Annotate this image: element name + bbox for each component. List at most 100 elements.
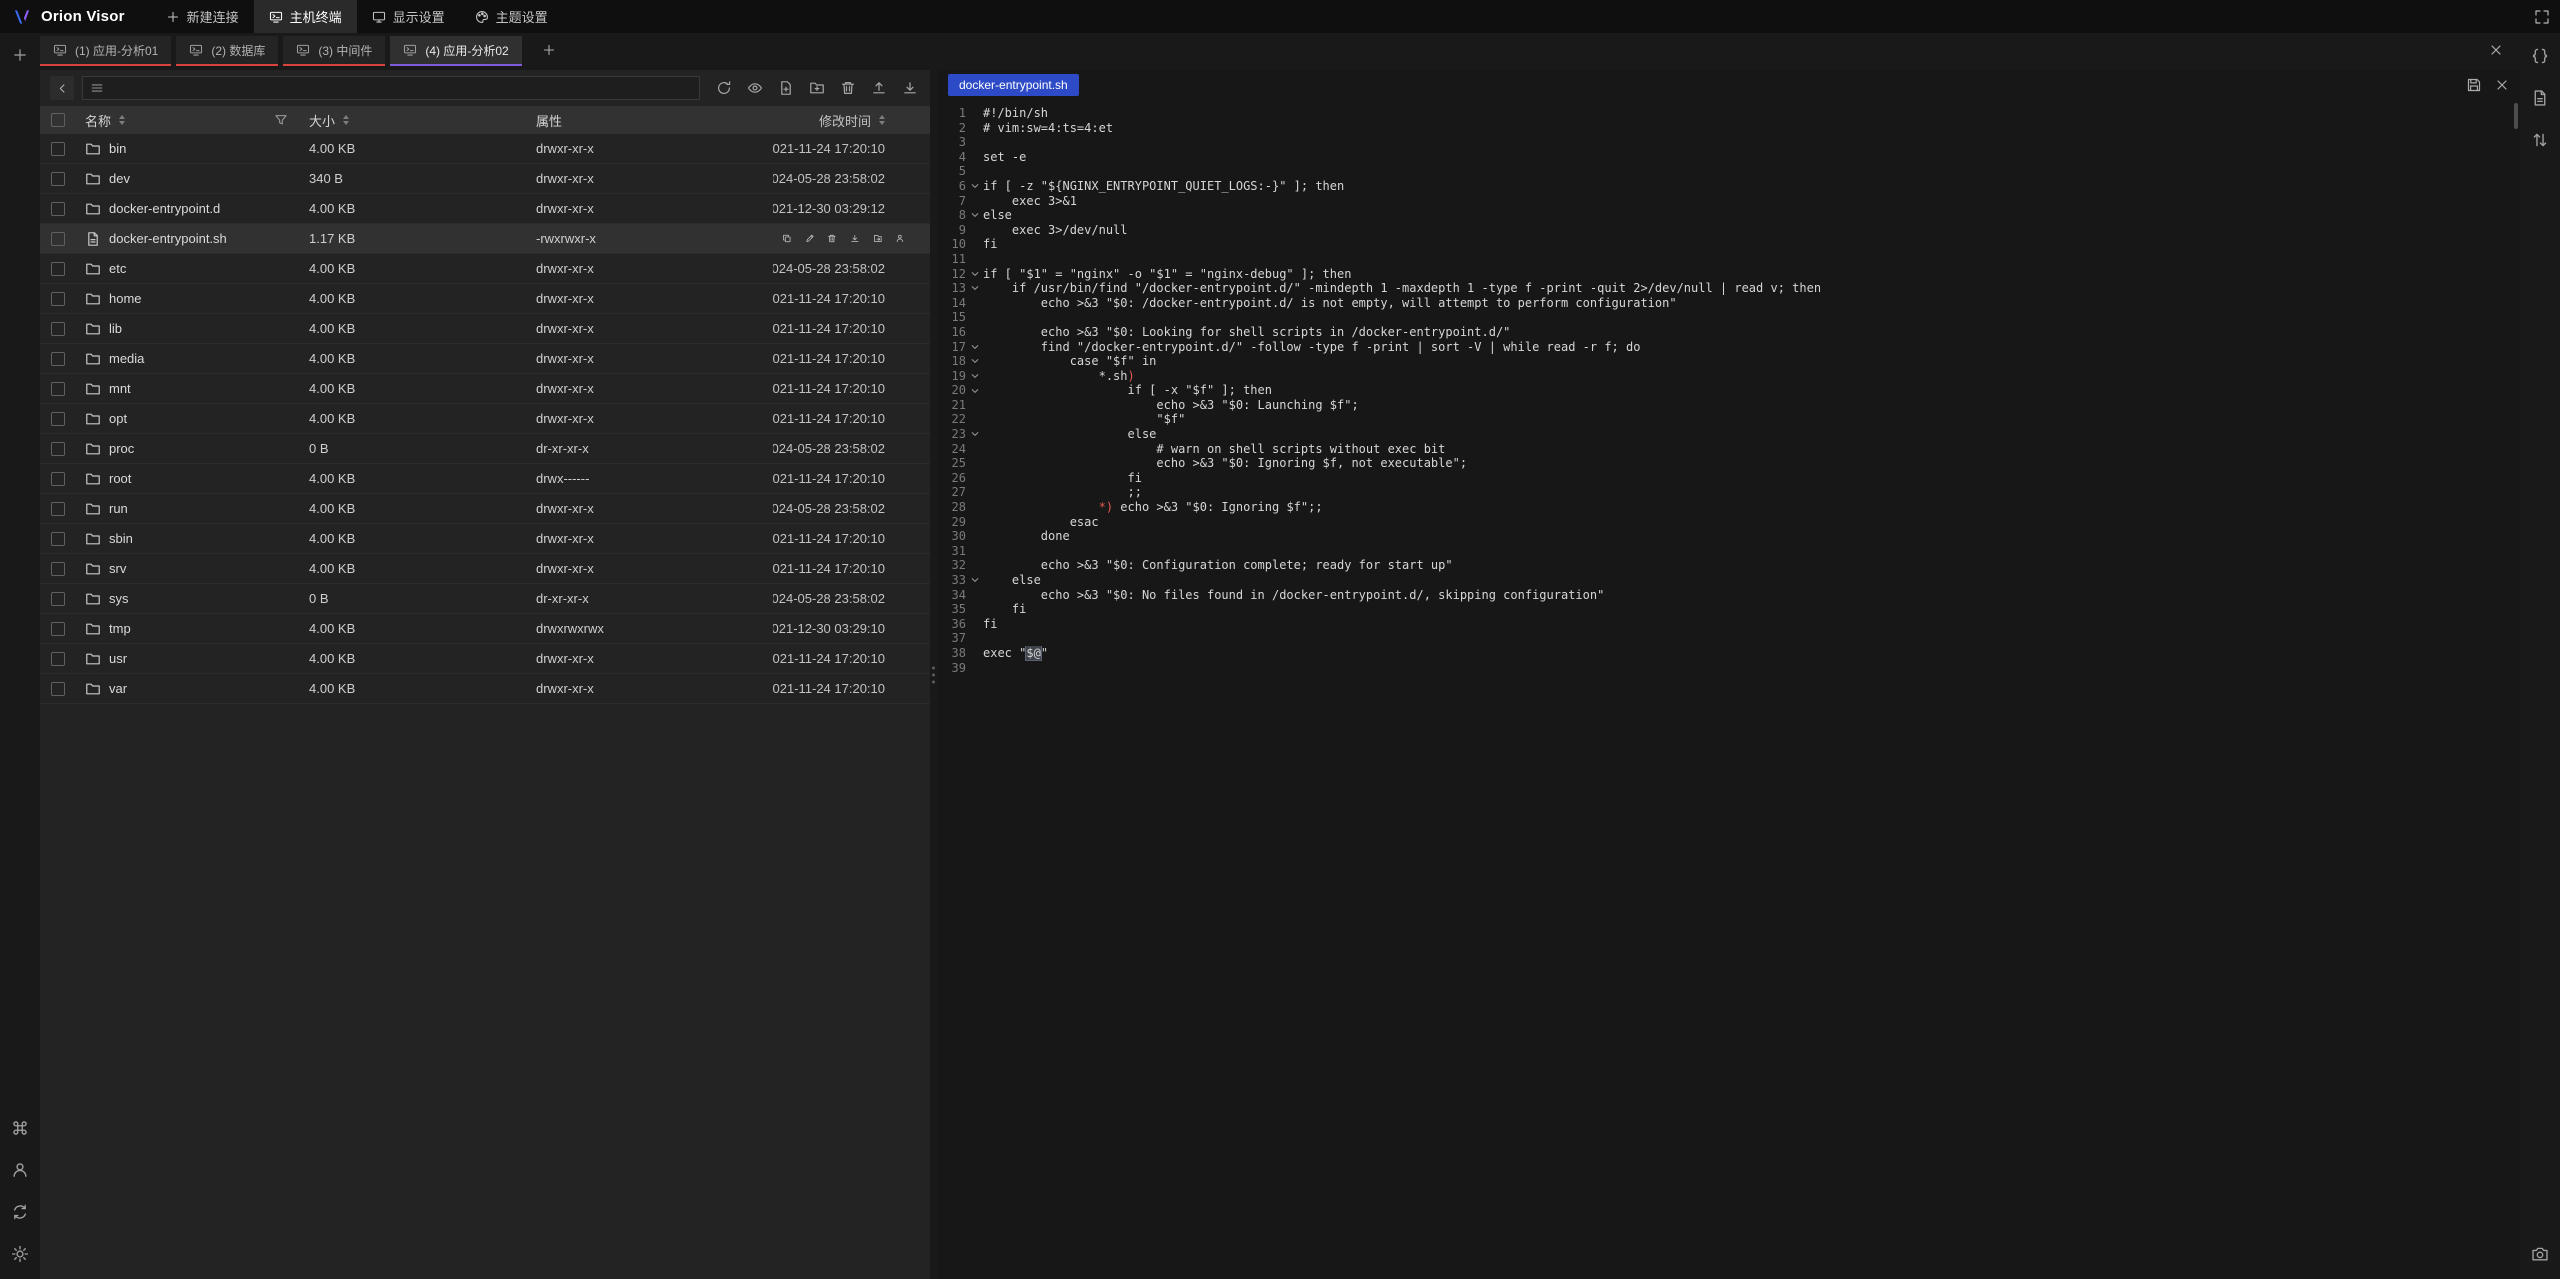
row-checkbox[interactable] [51,262,65,276]
file-row-var[interactable]: var4.00 KBdrwxr-xr-x2021-11-24 17:20:10 [40,674,930,704]
editor-file-tab[interactable]: docker-entrypoint.sh [948,74,1079,96]
row-checkbox[interactable] [51,352,65,366]
file-name[interactable]: root [109,471,131,486]
row-checkbox[interactable] [51,202,65,216]
select-all-checkbox[interactable] [51,113,65,127]
code-line-20[interactable]: 20 if [ -x "$f" ]; then [938,383,2520,398]
code-line-13[interactable]: 13 if /usr/bin/find "/docker-entrypoint.… [938,281,2520,296]
sort-time-button[interactable] [879,115,885,125]
close-panel-icon[interactable] [2488,42,2504,58]
file-row-tmp[interactable]: tmp4.00 KBdrwxrwxrwx2021-12-30 03:29:10 [40,614,930,644]
copy-icon[interactable] [782,231,792,246]
code-line-9[interactable]: 9 exec 3>/dev/null [938,223,2520,238]
row-checkbox[interactable] [51,412,65,426]
file-name[interactable]: docker-entrypoint.d [109,201,220,216]
fold-chevron-icon[interactable] [966,267,983,282]
refresh-icon[interactable] [716,80,732,96]
fold-chevron-icon[interactable] [966,427,983,442]
code-line-37[interactable]: 37 [938,631,2520,646]
add-tab-button[interactable] [536,37,562,63]
path-input[interactable] [82,76,700,100]
new-tab-plus-icon[interactable] [12,47,28,63]
file-name[interactable]: sys [109,591,129,606]
file-name[interactable]: proc [109,441,134,456]
code-line-39[interactable]: 39 [938,661,2520,676]
eye-icon[interactable] [747,80,763,96]
new-folder-icon[interactable] [809,80,825,96]
file-row-sbin[interactable]: sbin4.00 KBdrwxr-xr-x2021-11-24 17:20:10 [40,524,930,554]
code-line-35[interactable]: 35 fi [938,602,2520,617]
code-line-5[interactable]: 5 [938,164,2520,179]
swap-vertical-icon[interactable] [2531,131,2549,149]
code-line-26[interactable]: 26 fi [938,471,2520,486]
file-row-proc[interactable]: proc0 Bdr-xr-xr-x2024-05-28 23:58:02 [40,434,930,464]
file-name[interactable]: var [109,681,127,696]
file-name[interactable]: bin [109,141,126,156]
back-button[interactable] [50,76,74,100]
code-line-19[interactable]: 19 *.sh) [938,369,2520,384]
new-file-icon[interactable] [778,80,794,96]
file-name[interactable]: run [109,501,128,516]
fold-chevron-icon[interactable] [966,383,983,398]
row-checkbox[interactable] [51,382,65,396]
file-row-docker-entrypoint.d[interactable]: docker-entrypoint.d4.00 KBdrwxr-xr-x2021… [40,194,930,224]
file-row-sys[interactable]: sys0 Bdr-xr-xr-x2024-05-28 23:58:02 [40,584,930,614]
code-line-12[interactable]: 12if [ "$1" = "nginx" -o "$1" = "nginx-d… [938,267,2520,282]
file-row-home[interactable]: home4.00 KBdrwxr-xr-x2021-11-24 17:20:10 [40,284,930,314]
file-row-docker-entrypoint.sh[interactable]: docker-entrypoint.sh1.17 KB-rwxrwxr-x [40,224,930,254]
code-line-2[interactable]: 2# vim:sw=4:ts=4:et [938,121,2520,136]
file-name[interactable]: media [109,351,144,366]
file-name[interactable]: dev [109,171,130,186]
code-line-11[interactable]: 11 [938,252,2520,267]
row-checkbox[interactable] [51,502,65,516]
row-checkbox[interactable] [51,172,65,186]
code-editor[interactable]: 1#!/bin/sh2# vim:sw=4:ts=4:et34set -e56i… [938,100,2520,1279]
fold-chevron-icon[interactable] [966,354,983,369]
code-line-7[interactable]: 7 exec 3>&1 [938,194,2520,209]
code-line-4[interactable]: 4set -e [938,150,2520,165]
row-checkbox[interactable] [51,142,65,156]
file-name[interactable]: lib [109,321,122,336]
move-icon[interactable] [873,231,883,246]
edit-icon[interactable] [805,231,815,246]
fullscreen-icon[interactable] [2534,9,2550,25]
nav-new-connection[interactable]: 新建连接 [151,0,254,33]
braces-icon[interactable] [2531,47,2549,65]
row-checkbox[interactable] [51,442,65,456]
code-line-1[interactable]: 1#!/bin/sh [938,106,2520,121]
upload-icon[interactable] [871,80,887,96]
row-checkbox[interactable] [51,232,65,246]
terminal-tab-4[interactable]: (4) 应用-分析02 [390,36,521,66]
code-line-14[interactable]: 14 echo >&3 "$0: /docker-entrypoint.d/ i… [938,296,2520,311]
panel-splitter[interactable] [930,70,938,1279]
code-line-25[interactable]: 25 echo >&3 "$0: Ignoring $f, not execut… [938,456,2520,471]
file-row-media[interactable]: media4.00 KBdrwxr-xr-x2021-11-24 17:20:1… [40,344,930,374]
file-row-usr[interactable]: usr4.00 KBdrwxr-xr-x2021-11-24 17:20:10 [40,644,930,674]
file-row-dev[interactable]: dev340 Bdrwxr-xr-x2024-05-28 23:58:02 [40,164,930,194]
download-icon[interactable] [902,80,918,96]
row-checkbox[interactable] [51,472,65,486]
row-checkbox[interactable] [51,532,65,546]
user-icon[interactable] [11,1161,29,1179]
file-name[interactable]: srv [109,561,126,576]
file-row-root[interactable]: root4.00 KBdrwx------2021-11-24 17:20:10 [40,464,930,494]
close-editor-icon[interactable] [2494,77,2510,93]
code-line-29[interactable]: 29 esac [938,515,2520,530]
row-checkbox[interactable] [51,652,65,666]
file-row-bin[interactable]: bin4.00 KBdrwxr-xr-x2021-11-24 17:20:10 [40,134,930,164]
file-name[interactable]: tmp [109,621,131,636]
fold-chevron-icon[interactable] [966,369,983,384]
code-line-17[interactable]: 17 find "/docker-entrypoint.d/" -follow … [938,340,2520,355]
code-line-27[interactable]: 27 ;; [938,485,2520,500]
download-icon[interactable] [850,231,860,246]
sort-size-button[interactable] [343,115,349,125]
row-checkbox[interactable] [51,562,65,576]
fold-chevron-icon[interactable] [966,281,983,296]
terminal-tab-1[interactable]: (1) 应用-分析01 [40,36,171,66]
command-icon[interactable] [11,1119,29,1137]
file-row-opt[interactable]: opt4.00 KBdrwxr-xr-x2021-11-24 17:20:10 [40,404,930,434]
fold-chevron-icon[interactable] [966,573,983,588]
file-name[interactable]: opt [109,411,127,426]
code-line-3[interactable]: 3 [938,135,2520,150]
file-name[interactable]: sbin [109,531,133,546]
